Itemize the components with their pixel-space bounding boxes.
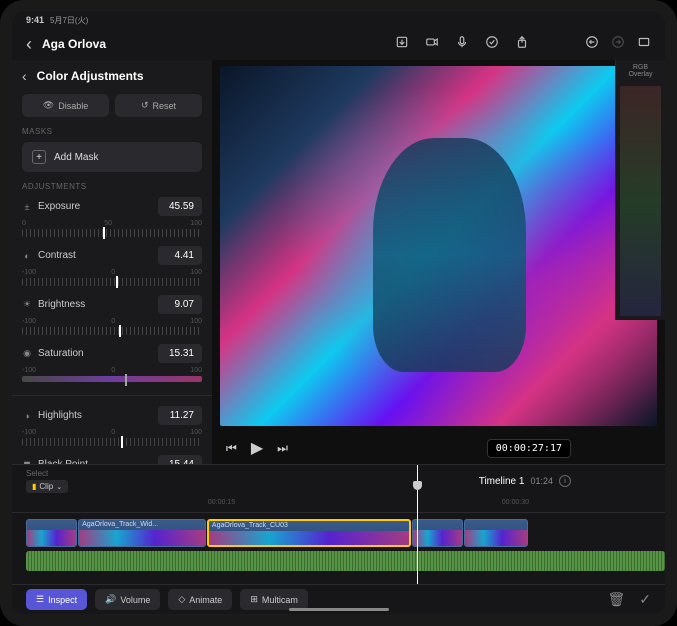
next-frame-button[interactable]: ⏭ (277, 441, 288, 456)
animate-button[interactable]: ◇ Animate (168, 589, 232, 610)
adjustment-slider[interactable]: 050100 (22, 220, 202, 238)
timeline-select-label: Select (26, 469, 68, 478)
adjustment-value-input[interactable]: 4.41 (158, 246, 202, 265)
redo-icon[interactable] (611, 35, 625, 54)
panel-back-button[interactable]: ‹ (22, 68, 27, 84)
inspector-panel: ‹ Color Adjustments 👁 Disable ↺ Reset MA… (12, 60, 212, 464)
timeline-clip[interactable]: AgaOrlova_Track_Wid... (78, 519, 206, 547)
timeline-area: Select ▮ Clip ⌄ Timeline 1 01:24 i 00:00… (12, 464, 665, 584)
video-track[interactable]: AgaOrlova_Track_Wid... AgaOrlova_Track_CU… (12, 519, 665, 547)
top-toolbar: ‹ Aga Orlova (12, 28, 665, 60)
brightness-icon: ☀ (22, 300, 32, 310)
adjustment-label: Contrast (38, 250, 76, 261)
prev-frame-button[interactable]: ⏮ (226, 441, 237, 456)
clip-label: AgaOrlova_Track_CU03 (212, 522, 288, 529)
clip-label: AgaOrlova_Track_Wid... (82, 521, 158, 528)
multicam-icon: ⊞ (250, 594, 258, 605)
audio-track[interactable] (26, 551, 665, 571)
scope-label: RGB Overlay (616, 60, 665, 82)
saturation-icon: ◉ (22, 349, 32, 359)
viewer-area: ⏮ ▶ ⏭ 00:00:27:17 (212, 60, 665, 464)
video-viewer[interactable] (220, 66, 657, 426)
ruler-tick: 00:00:15 (208, 499, 235, 506)
status-time: 9:41 (26, 15, 44, 25)
timeline-clip[interactable] (464, 519, 528, 547)
tools-icon[interactable] (485, 35, 499, 54)
adjustment-label: Brightness (38, 299, 85, 310)
fullscreen-icon[interactable] (637, 35, 651, 54)
status-bar: 9:41 5月7日(火) (12, 12, 665, 28)
volume-button[interactable]: 🔊 Volume (95, 589, 160, 610)
adjustment-slider[interactable]: -1000100 (22, 318, 202, 336)
adjustment-value-input[interactable]: 15.31 (158, 344, 202, 363)
adjustment-slider[interactable]: -1000100 (22, 269, 202, 287)
adjustment-value-input[interactable]: 45.59 (158, 197, 202, 216)
adjustment-contrast: ◐ Contrast 4.41 -1000100 (22, 246, 202, 287)
disable-button[interactable]: 👁 Disable (22, 94, 109, 117)
adjustment-label: Saturation (38, 348, 84, 359)
adjustment-slider[interactable]: -1000100 (22, 367, 202, 385)
playhead[interactable] (417, 465, 418, 584)
voiceover-icon[interactable] (455, 35, 469, 54)
eye-icon: 👁 (43, 100, 54, 111)
project-name: Aga Orlova (42, 37, 106, 51)
timeline-clip[interactable] (412, 519, 463, 547)
scope-panel: RGB Overlay (615, 60, 665, 320)
panel-title: Color Adjustments (37, 69, 144, 83)
timeline-name: Timeline 1 (479, 476, 525, 487)
confirm-button[interactable]: ✓ (639, 591, 651, 608)
adjustment-value-input[interactable]: 15.44 (158, 455, 202, 464)
adjustment-value-input[interactable]: 11.27 (158, 406, 202, 425)
adjustment-label: Exposure (38, 201, 80, 212)
undo-icon[interactable] (585, 35, 599, 54)
timeline-clip[interactable]: AgaOrlova_Track_CU03 (207, 519, 411, 547)
reset-button[interactable]: ↺ Reset (115, 94, 202, 117)
adjustment-highlights: ◑ Highlights 11.27 -1000100 (22, 406, 202, 447)
plus-icon: + (32, 150, 46, 164)
timeline-clip[interactable] (26, 519, 77, 547)
adjustment-slider[interactable]: -1000100 (22, 429, 202, 447)
animate-icon: ◇ (178, 594, 185, 605)
adjustment-value-input[interactable]: 9.07 (158, 295, 202, 314)
play-button[interactable]: ▶ (251, 438, 263, 458)
reset-icon: ↺ (141, 100, 149, 111)
status-date: 5月7日(火) (50, 15, 88, 26)
volume-icon: 🔊 (105, 594, 116, 605)
timeline-ruler[interactable]: 00:00:15 00:00:30 (12, 497, 665, 513)
inspect-icon: ☰ (36, 594, 44, 605)
highlights-icon: ◑ (22, 411, 32, 421)
adjustment-black-point: ◼Black Point 15.44 -1000100 (22, 455, 202, 464)
chevron-down-icon: ⌄ (56, 483, 62, 491)
playback-controls: ⏮ ▶ ⏭ 00:00:27:17 (212, 432, 665, 464)
adjustment-exposure: ± Exposure 45.59 050100 (22, 197, 202, 238)
adjustment-saturation: ◉ Saturation 15.31 -1000100 (22, 344, 202, 385)
masks-section-label: MASKS (22, 127, 202, 136)
add-mask-button[interactable]: + Add Mask (22, 142, 202, 172)
multicam-button[interactable]: ⊞ Multicam (240, 589, 308, 610)
share-icon[interactable] (515, 35, 529, 54)
clip-selector[interactable]: ▮ Clip ⌄ (26, 480, 68, 493)
adjustment-label: Highlights (38, 410, 82, 421)
adjustments-section-label: ADJUSTMENTS (22, 182, 202, 191)
contrast-icon: ◐ (22, 251, 32, 261)
rgb-overlay-scope[interactable] (620, 86, 661, 316)
inspect-button[interactable]: ☰ Inspect (26, 589, 87, 610)
delete-button[interactable]: 🗑 (607, 591, 625, 608)
ruler-tick: 00:00:30 (502, 499, 529, 506)
adjustment-brightness: ☀ Brightness 9.07 -1000100 (22, 295, 202, 336)
info-icon[interactable]: i (559, 475, 571, 487)
import-icon[interactable] (395, 35, 409, 54)
timeline-duration: 01:24 (530, 476, 553, 486)
timecode-display[interactable]: 00:00:27:17 (487, 439, 571, 458)
camera-icon[interactable] (425, 35, 439, 54)
exposure-icon: ± (22, 202, 32, 212)
home-indicator[interactable] (289, 608, 389, 611)
back-button[interactable]: ‹ (26, 34, 32, 55)
